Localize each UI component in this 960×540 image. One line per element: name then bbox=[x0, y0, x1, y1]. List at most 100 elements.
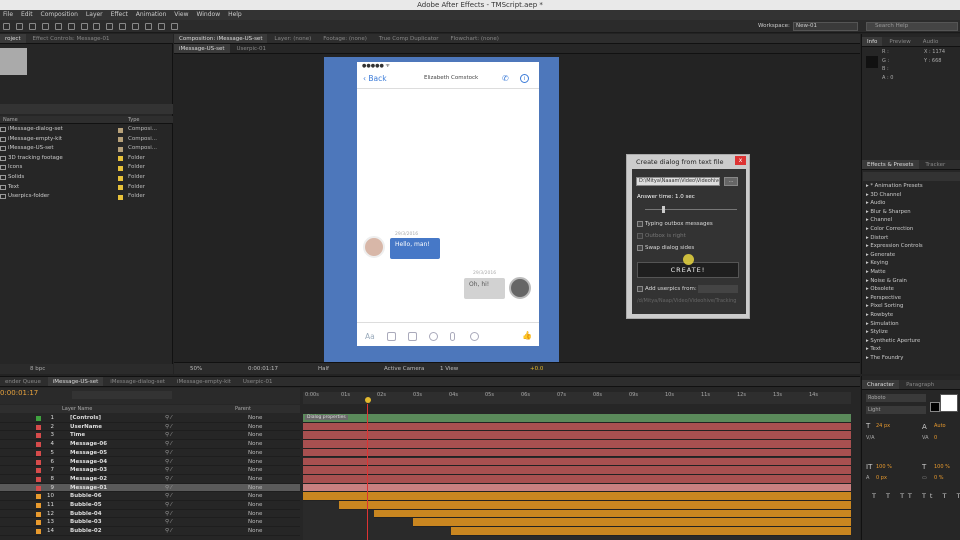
swap-sides-checkbox[interactable] bbox=[637, 245, 643, 251]
close-button[interactable]: x bbox=[735, 156, 746, 165]
layer-duration-bar[interactable] bbox=[303, 466, 851, 475]
current-time[interactable]: 0:00:01:17 bbox=[248, 363, 278, 375]
layer-duration-bar[interactable] bbox=[303, 492, 851, 501]
layer-switches[interactable]: ⚲ ⁄ bbox=[165, 449, 172, 458]
layer-name[interactable]: Bubble-05 bbox=[70, 501, 102, 510]
tsume-value[interactable]: 0 % bbox=[934, 475, 944, 481]
layer-switches[interactable]: ⚲ ⁄ bbox=[165, 466, 172, 475]
horizontal-scale-value[interactable]: 100 % bbox=[934, 464, 950, 470]
layer-label-color[interactable] bbox=[36, 529, 41, 535]
tab-imessage-us-set[interactable]: iMessage-US-set bbox=[47, 377, 104, 386]
effects-search-input[interactable] bbox=[863, 172, 960, 181]
layer-switches[interactable]: ⚲ ⁄ bbox=[165, 414, 172, 423]
layer-label-color[interactable] bbox=[36, 520, 41, 526]
parent-select[interactable]: None bbox=[248, 501, 262, 510]
layer-row[interactable]: 8 Message-02 ⚲ ⁄ None bbox=[0, 475, 300, 484]
faux-style-buttons[interactable]: T T TT Tt T T bbox=[872, 492, 960, 500]
parent-select[interactable]: None bbox=[248, 492, 262, 501]
layer-duration-bar[interactable] bbox=[303, 448, 851, 458]
tab-character[interactable]: Character bbox=[862, 380, 900, 389]
menu-effect[interactable]: Effect bbox=[111, 11, 128, 18]
effects-category[interactable]: ▸ * Animation Presets bbox=[866, 183, 923, 189]
menu-help[interactable]: Help bbox=[228, 11, 242, 18]
layer-switches[interactable]: ⚲ ⁄ bbox=[165, 475, 172, 484]
layer-label-color[interactable] bbox=[36, 494, 41, 500]
layer-switches[interactable]: ⚲ ⁄ bbox=[165, 440, 172, 449]
project-item[interactable]: Solids Folder bbox=[0, 173, 173, 183]
layer-row[interactable]: 14 Bubble-02 ⚲ ⁄ None bbox=[0, 527, 300, 536]
layer-switches[interactable]: ⚲ ⁄ bbox=[165, 492, 172, 501]
layer-name[interactable]: Message-05 bbox=[70, 449, 107, 458]
layer-row[interactable]: 5 Message-05 ⚲ ⁄ None bbox=[0, 449, 300, 458]
menu-window[interactable]: Window bbox=[196, 11, 220, 18]
font-size-value[interactable]: 24 px bbox=[876, 423, 890, 429]
vertical-scale-value[interactable]: 100 % bbox=[876, 464, 892, 470]
layer-switches[interactable]: ⚲ ⁄ bbox=[165, 431, 172, 440]
tab-paragraph[interactable]: Paragraph bbox=[901, 380, 939, 389]
tab-imessage-dialog-set[interactable]: iMessage-dialog-set bbox=[105, 377, 170, 386]
magnification-select[interactable]: 50% bbox=[190, 363, 202, 375]
slider-handle[interactable] bbox=[662, 206, 665, 213]
layer-row[interactable]: 6 Message-04 ⚲ ⁄ None bbox=[0, 458, 300, 467]
current-time-indicator[interactable] bbox=[365, 397, 371, 403]
outbox-right-checkbox[interactable] bbox=[637, 233, 643, 239]
layer-switches[interactable]: ⚲ ⁄ bbox=[165, 484, 172, 493]
time-ruler[interactable]: 0:00s 01s 02s 03s 04s 05s 06s 07s 08s 09s 10s 11s 12… bbox=[303, 392, 851, 404]
layer-label-color[interactable] bbox=[36, 424, 41, 430]
tab-effects-presets[interactable]: Effects & Presets bbox=[862, 160, 919, 169]
layer-row[interactable]: 3 Time ⚲ ⁄ None bbox=[0, 431, 300, 441]
layer-label-color[interactable] bbox=[36, 485, 41, 491]
layer-label-color[interactable] bbox=[36, 511, 41, 517]
parent-select[interactable]: None bbox=[248, 449, 262, 458]
layer-name[interactable]: Bubble-03 bbox=[70, 518, 102, 527]
parent-select[interactable]: None bbox=[248, 431, 262, 440]
pen-tool-icon[interactable] bbox=[93, 23, 101, 30]
breadcrumb-imessage-us-set[interactable]: iMessage-US-set bbox=[174, 44, 230, 53]
col-type[interactable]: Type bbox=[128, 116, 139, 124]
layer-label-color[interactable] bbox=[36, 468, 41, 474]
tab-true-comp-duplicator[interactable]: True Comp Duplicator bbox=[374, 34, 444, 43]
parent-select[interactable]: None bbox=[248, 458, 262, 467]
tab-tracker[interactable]: Tracker bbox=[920, 160, 950, 169]
tab-userpic[interactable]: Userpic-01 bbox=[238, 377, 278, 386]
layer-duration-bar[interactable] bbox=[303, 431, 851, 441]
effects-category[interactable]: ▸ Synthetic Aperture bbox=[866, 338, 920, 344]
baseline-shift-value[interactable]: 0 px bbox=[876, 475, 887, 481]
effects-category[interactable]: ▸ 3D Channel bbox=[866, 192, 901, 198]
layer-row[interactable]: 2 UserName ⚲ ⁄ None bbox=[0, 423, 300, 432]
layer-row[interactable]: 9 Message-01 ⚲ ⁄ None bbox=[0, 483, 300, 493]
effects-category[interactable]: ▸ Keying bbox=[866, 260, 888, 266]
project-item[interactable]: 3D tracking footage Folder bbox=[0, 154, 173, 164]
effects-category[interactable]: ▸ Noise & Grain bbox=[866, 278, 907, 284]
camera-tool-icon[interactable] bbox=[54, 23, 62, 30]
pan-behind-tool-icon[interactable] bbox=[67, 23, 75, 30]
layer-name[interactable]: [Controls] bbox=[70, 414, 101, 423]
layer-name[interactable]: Bubble-02 bbox=[70, 527, 102, 536]
effects-category[interactable]: ▸ Pixel Sorting bbox=[866, 303, 903, 309]
text-file-path-input[interactable]: D:\Mitya\Naaam\Video\Videohive\ bbox=[636, 177, 720, 186]
layer-label-color[interactable] bbox=[36, 442, 41, 448]
add-userpics-checkbox[interactable] bbox=[637, 286, 643, 292]
effects-category[interactable]: ▸ Obsolete bbox=[866, 286, 894, 292]
menu-file[interactable]: File bbox=[3, 11, 13, 18]
layer-label-color[interactable] bbox=[36, 433, 41, 439]
tab-layer[interactable]: Layer: (none) bbox=[269, 34, 316, 43]
col-parent[interactable]: Parent bbox=[235, 405, 251, 413]
roto-tool-icon[interactable] bbox=[158, 23, 166, 30]
timeline-timecode[interactable]: 0:00:01:17 bbox=[0, 389, 38, 397]
parent-select[interactable]: None bbox=[248, 475, 262, 484]
layer-duration-bar[interactable] bbox=[338, 501, 851, 510]
resolution-select[interactable]: Half bbox=[318, 363, 329, 375]
comp-marker[interactable]: Dialog properties bbox=[305, 415, 348, 420]
effects-category[interactable]: ▸ Matte bbox=[866, 269, 886, 275]
camera-select[interactable]: Active Camera bbox=[384, 363, 424, 375]
stroke-color-swatch[interactable] bbox=[930, 402, 940, 412]
layer-name[interactable]: Bubble-04 bbox=[70, 510, 102, 519]
tracking-value[interactable]: 0 bbox=[934, 435, 937, 441]
type-tool-icon[interactable] bbox=[106, 23, 114, 30]
layer-name[interactable]: Time bbox=[70, 431, 85, 440]
layer-label-color[interactable] bbox=[36, 503, 41, 508]
layer-row[interactable]: 7 Message-03 ⚲ ⁄ None bbox=[0, 466, 300, 475]
brush-tool-icon[interactable] bbox=[119, 23, 127, 30]
breadcrumb-userpic[interactable]: Userpic-01 bbox=[231, 44, 271, 53]
